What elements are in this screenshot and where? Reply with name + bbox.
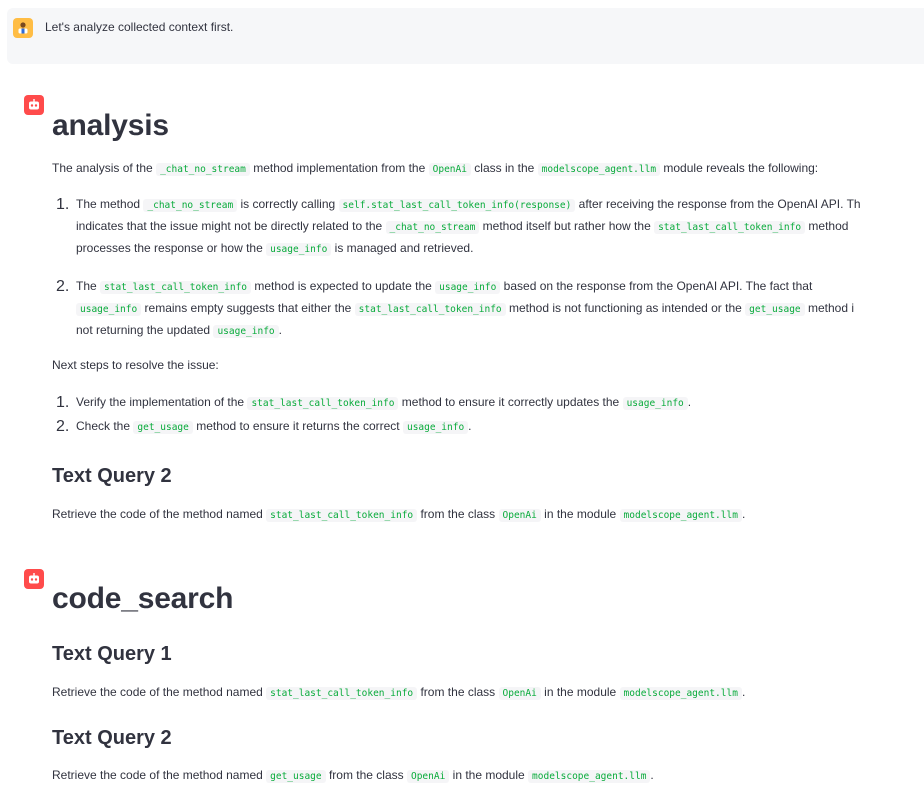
analysis-title: analysis — [52, 109, 169, 142]
inline-code: OpenAi — [498, 687, 541, 700]
inline-code: OpenAi — [498, 509, 541, 522]
finding-number: 2. — [56, 278, 70, 295]
inline-code: modelscope_agent.llm — [537, 163, 661, 176]
inline-code: _chat_no_stream — [143, 199, 238, 212]
code-search-section: code_search — [52, 581, 924, 617]
inline-code: get_usage — [133, 421, 193, 434]
finding-line: indicates that the issue might not be di… — [76, 219, 849, 234]
user-message-text: Let's analyze collected context first. — [45, 20, 234, 34]
text-query-body: Retrieve the code of the method named st… — [52, 507, 746, 522]
inline-code: usage_info — [266, 243, 332, 256]
text-query-heading: Text Query 1 — [52, 643, 172, 665]
finding-number: 1. — [56, 196, 70, 213]
step-number: 1. — [56, 394, 70, 411]
inline-code: usage_info — [435, 281, 501, 294]
step-number: 2. — [56, 418, 70, 435]
inline-code: _chat_no_stream — [156, 163, 250, 176]
inline-code: get_usage — [745, 303, 805, 316]
analysis-intro: The analysis of the _chat_no_stream meth… — [52, 161, 819, 176]
inline-code: modelscope_agent.llm — [528, 770, 651, 783]
assistant-avatar-icon — [24, 569, 44, 589]
inline-code: OpenAi — [406, 770, 450, 783]
text-query-heading: Text Query 2 — [52, 727, 172, 749]
user-message — [7, 8, 924, 64]
inline-code: usage_info — [402, 421, 469, 434]
inline-code: OpenAi — [428, 163, 471, 176]
finding-line: not returning the updated usage_info. — [76, 323, 282, 338]
inline-code: stat_last_call_token_info — [266, 687, 418, 700]
inline-code: modelscope_agent.llm — [619, 509, 742, 522]
next-steps-label: Next steps to resolve the issue: — [52, 358, 219, 372]
inline-code: _chat_no_stream — [385, 221, 480, 234]
finding-line: The stat_last_call_token_info method is … — [76, 279, 813, 294]
inline-code: usage_info — [213, 325, 279, 338]
analysis-section: analysis — [52, 108, 924, 144]
assistant-avatar-icon — [24, 95, 44, 115]
inline-code: get_usage — [266, 770, 326, 783]
inline-code: stat_last_call_token_info — [247, 397, 399, 410]
text-query-body: Retrieve the code of the method named st… — [52, 685, 746, 700]
inline-code: self.stat_last_call_token_info(response) — [338, 199, 576, 212]
step-item: Verify the implementation of the stat_la… — [76, 395, 692, 410]
text-query-heading: Text Query 2 — [52, 465, 172, 487]
code-search-title: code_search — [52, 582, 234, 615]
inline-code: stat_last_call_token_info — [654, 221, 806, 234]
finding-item: The method _chat_no_stream is correctly … — [76, 194, 861, 260]
inline-code: stat_last_call_token_info — [100, 281, 252, 294]
finding-line: The method _chat_no_stream is correctly … — [76, 197, 861, 212]
finding-line: processes the response or how the usage_… — [76, 241, 474, 256]
inline-code: stat_last_call_token_info — [354, 303, 506, 316]
inline-code: usage_info — [622, 397, 688, 410]
finding-item: The stat_last_call_token_info method is … — [76, 276, 854, 342]
finding-line: usage_info remains empty suggests that e… — [76, 298, 854, 320]
step-item: Check the get_usage method to ensure it … — [76, 419, 472, 434]
inline-code: modelscope_agent.llm — [619, 687, 742, 700]
inline-code: stat_last_call_token_info — [266, 509, 418, 522]
text-query-body: Retrieve the code of the method named ge… — [52, 768, 654, 783]
inline-code: usage_info — [76, 303, 142, 316]
user-avatar-icon — [13, 18, 33, 38]
